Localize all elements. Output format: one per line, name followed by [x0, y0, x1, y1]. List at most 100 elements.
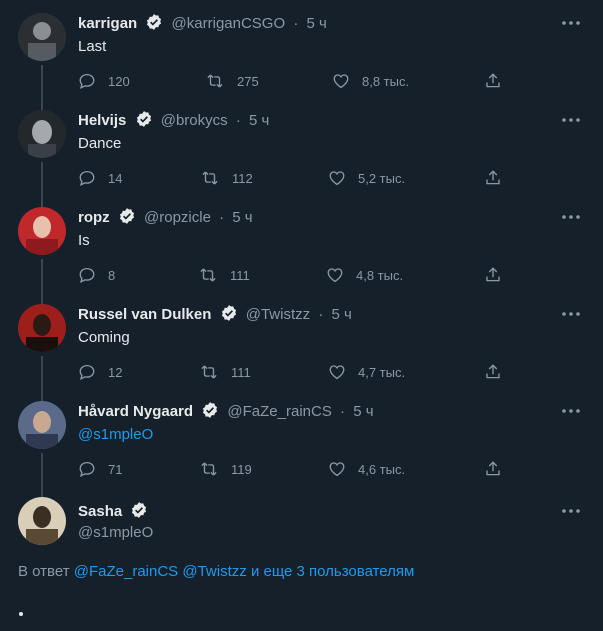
tweet[interactable]: Russel van Dulken @Twistzz · 5 ч Coming … — [0, 304, 603, 402]
tweet-text-dot — [19, 612, 23, 616]
tweet-text: Coming — [78, 329, 130, 346]
author-name[interactable]: Håvard Nygaard — [78, 403, 193, 420]
retweet-icon — [201, 365, 217, 379]
reply-icon — [79, 364, 95, 380]
author-handle[interactable]: @brokyсs — [161, 112, 228, 129]
verified-icon — [119, 208, 134, 224]
share-button[interactable] — [484, 69, 514, 93]
more-icon[interactable] — [559, 304, 583, 324]
reply-button[interactable]: 12 — [78, 360, 122, 384]
like-count: 5,2 тыс. — [358, 170, 406, 186]
like-count: 4,8 тыс. — [356, 267, 404, 283]
author-handle[interactable]: @FaZe_rainCS — [227, 403, 331, 420]
tweet-text: Is — [78, 232, 90, 249]
avatar[interactable] — [18, 13, 66, 61]
like-button[interactable]: 4,6 тыс. — [328, 457, 405, 481]
verified-icon — [136, 111, 151, 127]
reply-count: 8 — [108, 267, 116, 283]
reply-user-link[interactable]: @Twistzz — [182, 563, 246, 580]
thread-line — [41, 65, 43, 111]
reply-others-link[interactable]: и еще 3 пользователям — [251, 563, 414, 580]
retweet-button[interactable]: 111 — [198, 263, 250, 287]
reply-icon — [79, 267, 95, 283]
like-button[interactable]: 8,8 тыс. — [332, 69, 409, 93]
timestamp[interactable]: 5 ч — [353, 403, 373, 420]
avatar[interactable] — [18, 497, 66, 545]
more-icon[interactable] — [559, 110, 583, 130]
reply-prefix: В ответ — [18, 563, 70, 580]
retweet-icon — [201, 462, 217, 476]
like-count: 4,7 тыс. — [358, 364, 406, 380]
share-button[interactable] — [484, 360, 514, 384]
timestamp[interactable]: 5 ч — [232, 209, 252, 226]
share-icon — [486, 267, 500, 282]
tweet-mention-link[interactable]: @s1mpleO — [78, 425, 153, 445]
share-icon — [486, 170, 500, 185]
author-name[interactable]: Sasha — [78, 503, 122, 520]
like-button[interactable]: 4,7 тыс. — [328, 360, 405, 384]
like-icon — [329, 462, 345, 477]
author-name[interactable]: Helvijs — [78, 112, 126, 129]
timestamp[interactable]: 5 ч — [249, 112, 269, 129]
timestamp[interactable]: 5 ч — [331, 306, 351, 323]
tweet[interactable]: Håvard Nygaard @FaZe_rainCS · 5 ч @s1mpl… — [0, 401, 603, 499]
more-icon[interactable] — [559, 13, 583, 33]
reply-button[interactable]: 14 — [78, 166, 122, 190]
more-icon[interactable] — [559, 501, 583, 521]
tweet[interactable]: ropz @ropzicle · 5 ч Is 8 111 4,8 тыс. — [0, 207, 603, 305]
more-icon[interactable] — [559, 401, 583, 421]
retweet-button[interactable]: 112 — [200, 166, 253, 190]
avatar[interactable] — [18, 401, 66, 449]
tweet[interactable]: Helvijs @brokyсs · 5 ч Dance 14 112 5,2 … — [0, 110, 603, 208]
reply-user-link[interactable]: @FaZe_rainCS — [74, 563, 178, 580]
focused-tweet-author[interactable]: Sasha @s1mpleO — [0, 497, 603, 549]
author-handle[interactable]: @karriganCSGO — [172, 15, 286, 32]
verified-icon — [147, 14, 162, 30]
avatar[interactable] — [18, 207, 66, 255]
author-name[interactable]: karrigan — [78, 15, 137, 32]
retweet-count: 112 — [232, 170, 253, 186]
reply-icon — [79, 461, 95, 477]
thread-line — [41, 356, 43, 402]
reply-button[interactable]: 8 — [78, 263, 115, 287]
share-button[interactable] — [484, 457, 514, 481]
more-icon[interactable] — [559, 207, 583, 227]
author-handle[interactable]: @ropzicle — [144, 209, 211, 226]
author-handle[interactable]: @Twistzz — [246, 306, 310, 323]
retweet-button[interactable]: 119 — [199, 457, 252, 481]
author-name[interactable]: ropz — [78, 209, 110, 226]
like-count: 8,8 тыс. — [362, 73, 410, 89]
reply-to-line: В ответ @FaZe_rainCS @Twistzz и еще 3 по… — [18, 563, 414, 580]
like-button[interactable]: 5,2 тыс. — [328, 166, 405, 190]
share-button[interactable] — [484, 263, 514, 287]
author-handle[interactable]: @s1mpleO — [78, 523, 153, 543]
retweet-count: 119 — [231, 461, 252, 477]
verified-icon — [132, 502, 147, 518]
share-icon — [486, 461, 500, 476]
reply-button[interactable]: 71 — [78, 457, 122, 481]
timestamp[interactable]: 5 ч — [306, 15, 326, 32]
reply-icon — [79, 170, 95, 186]
reply-count: 71 — [108, 461, 123, 477]
avatar[interactable] — [18, 304, 66, 352]
tweet[interactable]: karrigan @karriganCSGO · 5 ч Last 120 27… — [0, 13, 603, 111]
avatar[interactable] — [18, 110, 66, 158]
like-icon — [327, 268, 343, 283]
retweet-count: 111 — [231, 364, 251, 380]
share-icon — [486, 73, 500, 88]
thread-line — [41, 453, 43, 499]
share-button[interactable] — [484, 166, 514, 190]
like-button[interactable]: 4,8 тыс. — [326, 263, 403, 287]
reply-count: 12 — [108, 364, 123, 380]
reply-count: 14 — [108, 170, 123, 186]
retweet-icon — [200, 268, 216, 282]
retweet-count: 275 — [237, 73, 259, 89]
author-name[interactable]: Russel van Dulken — [78, 306, 211, 323]
share-icon — [486, 364, 500, 379]
reply-icon — [79, 73, 95, 89]
thread-line — [41, 162, 43, 208]
reply-button[interactable]: 120 — [78, 69, 130, 93]
retweet-button[interactable]: 275 — [205, 69, 259, 93]
tweet-text: Last — [78, 38, 107, 55]
retweet-button[interactable]: 111 — [199, 360, 251, 384]
